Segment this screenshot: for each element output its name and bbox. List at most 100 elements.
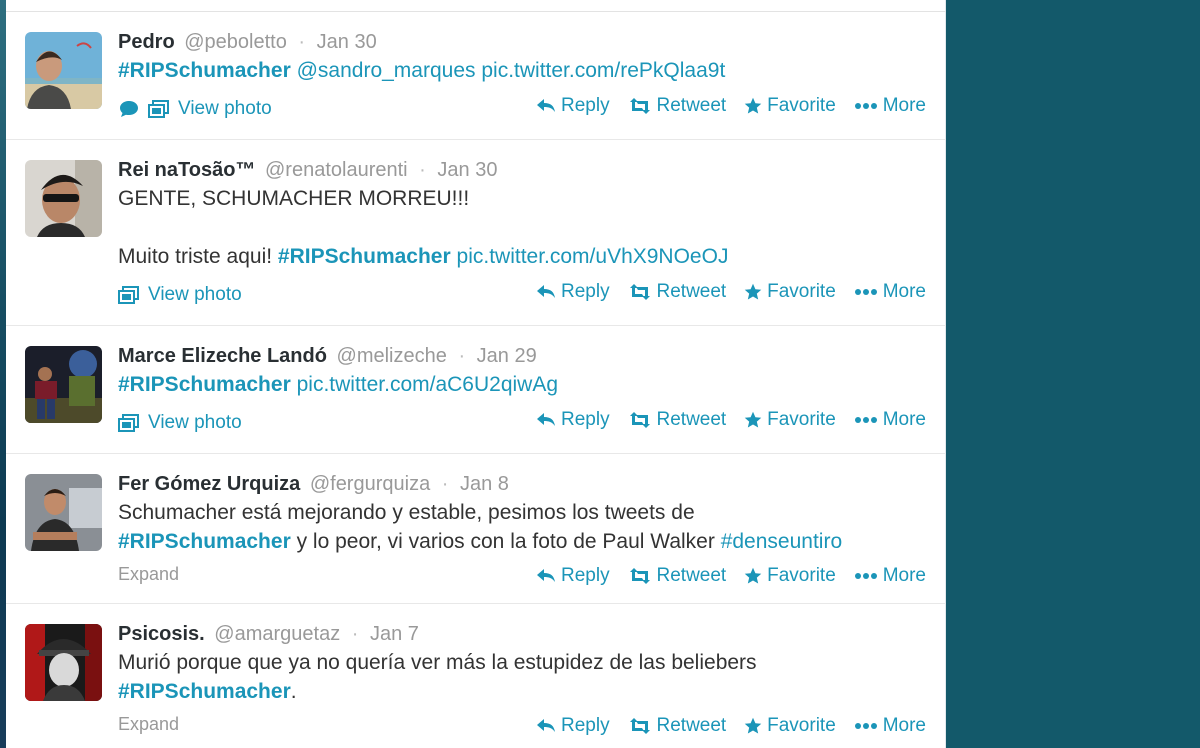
hashtag-link[interactable]: #RIPSchumacher bbox=[118, 59, 291, 82]
retweet-button[interactable]: Retweet bbox=[628, 281, 727, 303]
pic-link[interactable]: pic.twitter.com/uVhX9NOeOJ bbox=[457, 245, 729, 268]
reply-icon bbox=[537, 569, 555, 582]
retweet-label: Retweet bbox=[656, 715, 727, 736]
reply-icon bbox=[537, 99, 555, 112]
tweet-text-line: . bbox=[290, 680, 297, 703]
tweet-text: Murió porque que ya no quería ver más la… bbox=[118, 648, 757, 677]
tweet-text-line: Muito triste aqui! bbox=[118, 245, 273, 268]
reply-button[interactable]: Reply bbox=[536, 281, 610, 303]
tweet-username[interactable]: @melizeche bbox=[337, 345, 447, 367]
hashtag-link[interactable]: #RIPSchumacher bbox=[118, 373, 291, 396]
favorite-button[interactable]: Favorite bbox=[744, 95, 836, 117]
favorite-button[interactable]: Favorite bbox=[744, 715, 836, 737]
retweet-button[interactable]: Retweet bbox=[628, 565, 727, 587]
tweet-author-name[interactable]: Marce Elizeche Landó bbox=[118, 345, 327, 367]
separator-dot: · bbox=[458, 345, 466, 367]
more-button[interactable]: More bbox=[854, 281, 926, 303]
retweet-button[interactable]: Retweet bbox=[628, 95, 727, 117]
tweet-date[interactable]: Jan 7 bbox=[370, 623, 419, 645]
avatar[interactable] bbox=[25, 624, 102, 701]
tweet[interactable]: Rei naTosão™ @renatolaurenti · Jan 30 GE… bbox=[6, 140, 946, 326]
tweet-username[interactable]: @renatolaurenti bbox=[265, 159, 408, 181]
view-photo-link[interactable]: View photo bbox=[118, 412, 242, 434]
avatar[interactable] bbox=[25, 474, 102, 551]
reply-button[interactable]: Reply bbox=[536, 409, 610, 431]
tweet-text-line: Murió porque que ya no quería ver más la… bbox=[118, 651, 757, 674]
more-button[interactable]: More bbox=[854, 409, 926, 431]
tweet-text-line: GENTE, SCHUMACHER MORREU!!! bbox=[118, 187, 470, 210]
more-label: More bbox=[882, 565, 926, 586]
separator-dot: · bbox=[441, 473, 449, 495]
tweet-text: GENTE, SCHUMACHER MORREU!!! bbox=[118, 184, 469, 213]
tweet-text-line: y lo peor, vi varios con la foto de Paul… bbox=[296, 530, 715, 553]
favorite-button[interactable]: Favorite bbox=[744, 565, 836, 587]
hashtag-link[interactable]: #RIPSchumacher bbox=[118, 530, 291, 553]
tweet-text: #RIPSchumacher y lo peor, vi varios con … bbox=[118, 527, 842, 556]
avatar[interactable] bbox=[25, 32, 102, 109]
favorite-button[interactable]: Favorite bbox=[744, 409, 836, 431]
tweet-author-name[interactable]: Pedro bbox=[118, 31, 175, 53]
tweet[interactable]: Marce Elizeche Landó @melizeche · Jan 29… bbox=[6, 326, 946, 454]
retweet-label: Retweet bbox=[656, 281, 727, 302]
separator-dot: · bbox=[298, 31, 306, 53]
tweet-timeline: Pedro @peboletto · Jan 30 #RIPSchumacher… bbox=[6, 0, 946, 748]
tweet-date[interactable]: Jan 8 bbox=[460, 473, 509, 495]
more-button[interactable]: More bbox=[854, 565, 926, 587]
tweet-actions: Reply Retweet Favorite More bbox=[536, 565, 926, 587]
tweet[interactable]: Pedro @peboletto · Jan 30 #RIPSchumacher… bbox=[6, 12, 946, 140]
reply-button[interactable]: Reply bbox=[536, 95, 610, 117]
tweet-username[interactable]: @peboletto bbox=[184, 31, 287, 53]
tweet-author-name[interactable]: Psicosis. bbox=[118, 623, 205, 645]
hashtag-link[interactable]: #RIPSchumacher bbox=[118, 680, 291, 703]
star-icon bbox=[744, 411, 762, 428]
more-button[interactable]: More bbox=[854, 715, 926, 737]
view-photo-label: View photo bbox=[148, 412, 242, 433]
page-background bbox=[946, 0, 1200, 748]
tweet-actions: Reply Retweet Favorite More bbox=[536, 281, 926, 303]
reply-button[interactable]: Reply bbox=[536, 715, 610, 737]
tweet-date[interactable]: Jan 29 bbox=[477, 345, 537, 367]
tweet-text: #RIPSchumacher @sandro_marques pic.twitt… bbox=[118, 56, 725, 85]
favorite-label: Favorite bbox=[767, 281, 836, 302]
retweet-label: Retweet bbox=[656, 565, 727, 586]
tweet-actions: Reply Retweet Favorite More bbox=[536, 409, 926, 431]
tweet-author-name[interactable]: Fer Gómez Urquiza bbox=[118, 473, 300, 495]
tweet-text-line: Schumacher está mejorando y estable, pes… bbox=[118, 501, 695, 524]
view-photo-label: View photo bbox=[148, 284, 242, 305]
conversation-icon bbox=[120, 101, 138, 117]
pic-link[interactable]: pic.twitter.com/aC6U2qiwAg bbox=[297, 373, 558, 396]
retweet-button[interactable]: Retweet bbox=[628, 409, 726, 431]
reply-label: Reply bbox=[561, 565, 610, 586]
star-icon bbox=[744, 717, 762, 734]
tweet-username[interactable]: @fergurquiza bbox=[310, 473, 430, 495]
retweet-label: Retweet bbox=[656, 95, 727, 116]
tweet-actions: Reply Retweet Favorite More bbox=[536, 715, 926, 737]
tweet-author-name[interactable]: Rei naTosão™ bbox=[118, 159, 255, 181]
tweet-date[interactable]: Jan 30 bbox=[437, 159, 497, 181]
reply-label: Reply bbox=[561, 715, 610, 736]
avatar[interactable] bbox=[25, 346, 102, 423]
expand-link[interactable]: Expand bbox=[118, 564, 179, 585]
reply-button[interactable]: Reply bbox=[536, 565, 610, 587]
more-button[interactable]: More bbox=[854, 95, 926, 117]
tweet[interactable]: Fer Gómez Urquiza @fergurquiza · Jan 8 S… bbox=[6, 454, 946, 604]
tweet[interactable]: Psicosis. @amarguetaz · Jan 7 Murió porq… bbox=[6, 604, 946, 748]
retweet-icon bbox=[629, 98, 650, 114]
mention-link[interactable]: @sandro_marques bbox=[297, 59, 476, 82]
view-photo-link[interactable]: View photo bbox=[118, 284, 242, 306]
ellipsis-icon bbox=[854, 289, 877, 295]
photo-icon bbox=[148, 100, 169, 118]
separator-dot: · bbox=[351, 623, 359, 645]
hashtag-link[interactable]: #denseuntiro bbox=[721, 530, 842, 553]
avatar[interactable] bbox=[25, 160, 102, 237]
view-photo-link[interactable]: View photo bbox=[118, 98, 272, 120]
hashtag-link[interactable]: #RIPSchumacher bbox=[278, 245, 451, 268]
expand-link[interactable]: Expand bbox=[118, 714, 179, 735]
favorite-button[interactable]: Favorite bbox=[744, 281, 836, 303]
retweet-button[interactable]: Retweet bbox=[628, 715, 727, 737]
reply-icon bbox=[537, 719, 555, 732]
pic-link[interactable]: pic.twitter.com/rePkQlaa9t bbox=[481, 59, 725, 82]
tweet-date[interactable]: Jan 30 bbox=[317, 31, 377, 53]
star-icon bbox=[744, 567, 762, 584]
tweet-username[interactable]: @amarguetaz bbox=[214, 623, 340, 645]
